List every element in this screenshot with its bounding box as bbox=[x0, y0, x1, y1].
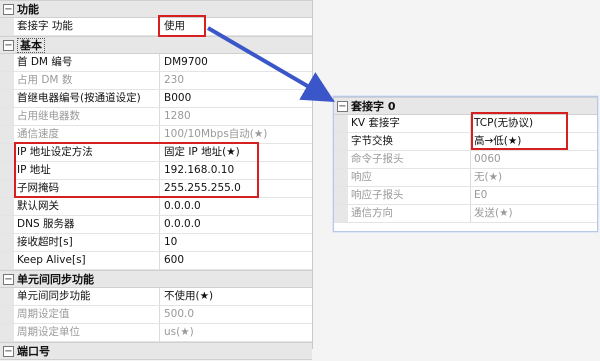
arrow-connector bbox=[206, 26, 335, 103]
arrow-icon bbox=[206, 26, 335, 103]
